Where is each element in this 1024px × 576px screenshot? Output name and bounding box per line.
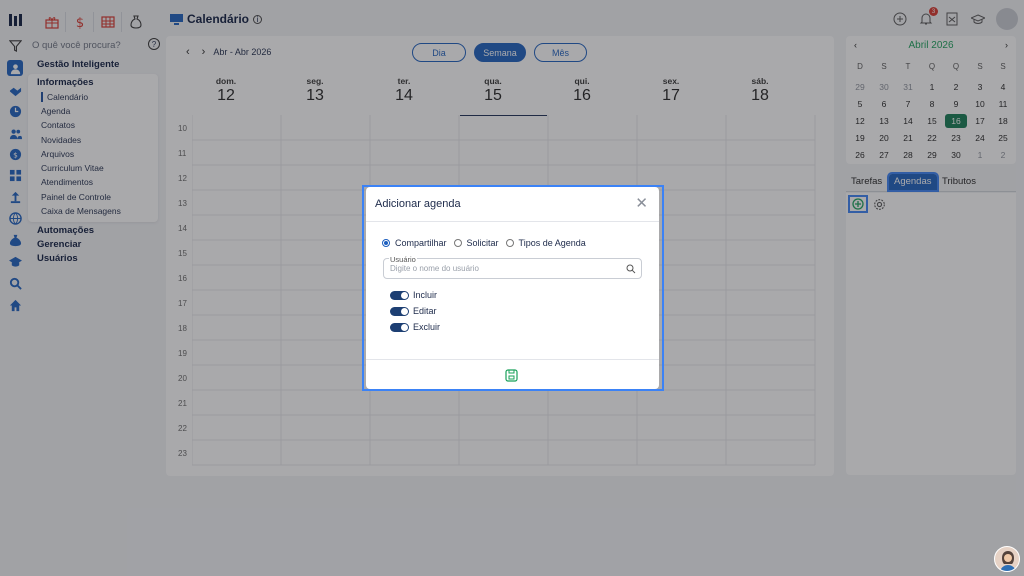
radio-solicitar-label[interactable]: Solicitar (467, 238, 499, 248)
toggle-incluir[interactable] (390, 290, 409, 300)
radio-tipos-agenda-label[interactable]: Tipos de Agenda (519, 238, 586, 248)
user-search-input[interactable]: Digite o nome do usuário (383, 258, 642, 279)
permission-incluir: Incluir (390, 290, 437, 300)
radio-tipos-agenda[interactable] (505, 239, 514, 247)
radio-compartilhar[interactable] (382, 239, 390, 247)
save-icon[interactable] (505, 369, 518, 382)
toggle-editar[interactable] (390, 306, 409, 316)
close-icon[interactable]: ✕ (635, 194, 648, 212)
radio-solicitar[interactable] (453, 239, 462, 247)
agenda-type-options: Compartilhar Solicitar Tipos de Agenda (382, 238, 586, 248)
user-field-label: Usuário (389, 255, 417, 264)
search-icon[interactable] (626, 264, 636, 274)
add-agenda-modal: Adicionar agenda ✕ Compartilhar Solicita… (366, 187, 659, 389)
toggle-excluir-label: Excluir (413, 322, 441, 332)
permission-editar: Editar (390, 306, 437, 316)
radio-compartilhar-label[interactable]: Compartilhar (395, 238, 447, 248)
user-search-placeholder: Digite o nome do usuário (390, 264, 479, 273)
modal-title: Adicionar agenda (375, 198, 461, 210)
toggle-incluir-label: Incluir (413, 290, 438, 300)
support-chat-avatar[interactable] (994, 546, 1020, 572)
permission-excluir: Excluir (390, 322, 440, 332)
toggle-excluir[interactable] (390, 322, 409, 332)
toggle-editar-label: Editar (413, 306, 437, 316)
modal-divider (366, 221, 659, 222)
modal-footer-divider (366, 359, 659, 360)
